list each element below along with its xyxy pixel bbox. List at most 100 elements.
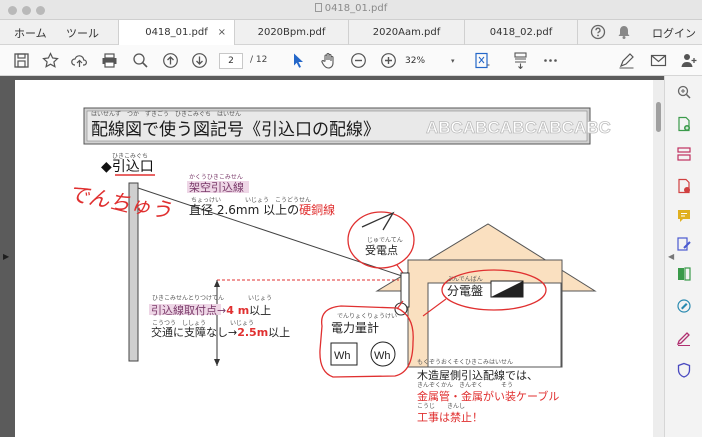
print-icon[interactable] bbox=[101, 52, 118, 69]
add-user-icon[interactable] bbox=[680, 52, 697, 69]
window-title: 0418_01.pdf bbox=[0, 3, 702, 14]
panel-ruby: ぶんでんばん bbox=[447, 275, 483, 283]
receive-label: 受電点 bbox=[365, 244, 398, 257]
edit-pdf-icon[interactable] bbox=[676, 236, 692, 252]
fit-page-icon[interactable] bbox=[474, 52, 491, 69]
tab-label: 2020Bpm.pdf bbox=[257, 27, 326, 38]
abc-deco: ABC bbox=[500, 118, 537, 137]
overhead-label: 架空引込線 bbox=[189, 180, 244, 194]
search-zoom-icon[interactable] bbox=[676, 84, 692, 100]
tab-0418-01[interactable]: 0418_01.pdf × bbox=[118, 20, 234, 45]
wire-spec-red: 硬銅線 bbox=[299, 202, 335, 217]
zoom-search-icon[interactable] bbox=[132, 52, 149, 69]
receive-ruby: じゅでんてん bbox=[367, 237, 403, 244]
comment-icon[interactable] bbox=[676, 208, 692, 224]
page-up-icon[interactable] bbox=[162, 52, 179, 69]
scrollbar-thumb[interactable] bbox=[656, 102, 661, 132]
metal-ruby: きんぞくかん きんぞく そう bbox=[417, 382, 513, 389]
arrow-up-icon bbox=[214, 280, 220, 287]
title-banner: ABC ABC ABC ABC ABC はいせんず つか ずきごう ひきこみぐち… bbox=[83, 107, 611, 145]
traffic-suffix: 以上 bbox=[268, 326, 290, 339]
entry-label: ◆引込口 bbox=[101, 159, 154, 175]
page-total: / 12 bbox=[250, 55, 268, 65]
arrow-down-icon bbox=[214, 359, 220, 366]
create-pdf-icon[interactable] bbox=[676, 116, 692, 132]
document-viewer[interactable]: ▶ ABC ABC ABC ABC ABC はいせんず つか ずきごう ひきこみ… bbox=[0, 76, 664, 437]
mail-icon[interactable] bbox=[650, 52, 667, 69]
tab-close-button[interactable]: × bbox=[218, 20, 226, 45]
tab-2020aam[interactable]: 2020Aam.pdf bbox=[348, 20, 464, 45]
abc-deco: ABC bbox=[537, 118, 574, 137]
fill-sign-icon[interactable] bbox=[676, 298, 692, 314]
protect-shield-icon[interactable] bbox=[676, 362, 692, 378]
abc-deco: ABC bbox=[463, 118, 500, 137]
pdf-file-icon bbox=[314, 3, 322, 12]
title-ruby: はいせんず つか ずきごう ひきこみぐち はいせん bbox=[91, 110, 241, 118]
attach-line: 引込線取付点→4 m以上 bbox=[151, 303, 271, 317]
abc-deco: ABC bbox=[574, 118, 611, 137]
triangle-left-icon[interactable]: ◀ bbox=[668, 252, 674, 261]
zoom-select[interactable]: 32% ▾ bbox=[405, 53, 459, 69]
prohibited-note: 工事は禁止！ bbox=[417, 411, 483, 424]
scroll-mode-icon[interactable] bbox=[512, 52, 529, 69]
zoom-in-icon[interactable] bbox=[380, 52, 397, 69]
tab-2020bpm[interactable]: 2020Bpm.pdf bbox=[234, 20, 348, 45]
window-titlebar: 0418_01.pdf bbox=[0, 0, 702, 20]
wooden-note: 木造屋側引込配線では、 bbox=[417, 368, 538, 382]
select-cursor-icon[interactable] bbox=[290, 52, 307, 69]
wire-spec: 直径 2.6mm 以上の硬銅線 bbox=[189, 202, 335, 217]
meter-square-text: Wh bbox=[334, 350, 351, 362]
tab-0418-02[interactable]: 0418_02.pdf bbox=[464, 20, 578, 45]
metal-note: 金属管・金属がい装ケーブル bbox=[417, 389, 559, 403]
panel-label: 分電盤 bbox=[447, 284, 483, 298]
more-options-icon[interactable] bbox=[542, 52, 559, 69]
bookmark-star-icon[interactable] bbox=[42, 52, 59, 69]
sign-pen-icon[interactable] bbox=[618, 52, 635, 69]
traffic-label: 交通に支障なし→ bbox=[151, 325, 237, 339]
chevron-down-icon: ▾ bbox=[451, 57, 455, 65]
tab-label: 2020Aam.pdf bbox=[372, 27, 441, 38]
wire-spec-text: 直径 2.6mm 以上の bbox=[189, 203, 299, 217]
page-down-icon[interactable] bbox=[191, 52, 208, 69]
right-tools-pane: ◀ bbox=[664, 76, 702, 437]
meter-label: 電力量計 bbox=[331, 320, 379, 335]
toolbar: 2 / 12 32% ▾ bbox=[0, 45, 702, 76]
traffic-value: 2.5m bbox=[237, 326, 268, 339]
zoom-out-icon[interactable] bbox=[350, 52, 367, 69]
meter-ruby: でんりょくりょうけい bbox=[337, 313, 397, 320]
meter-circle-text: Wh bbox=[374, 350, 391, 362]
overhead-ruby: かくうひきこみせん bbox=[189, 174, 243, 181]
menu-home[interactable]: ホーム bbox=[14, 25, 47, 41]
tab-label: 0418_01.pdf bbox=[145, 27, 208, 38]
attach-ruby: ひきこみせんとりつけてん いじょう bbox=[152, 295, 272, 302]
left-panel-toggle[interactable]: ▶ bbox=[0, 76, 14, 437]
cloud-upload-icon[interactable] bbox=[71, 52, 88, 69]
help-icon[interactable] bbox=[590, 24, 606, 40]
triangle-right-icon: ▶ bbox=[3, 252, 10, 261]
handwriting-note: でんちゅう bbox=[66, 181, 174, 223]
sign-icon[interactable] bbox=[676, 330, 692, 346]
pdf-page: ABC ABC ABC ABC ABC はいせんず つか ずきごう ひきこみぐち… bbox=[15, 80, 653, 437]
hand-tool-icon[interactable] bbox=[320, 52, 337, 69]
organize-pages-icon[interactable] bbox=[676, 146, 692, 162]
attach-value: 4 m bbox=[226, 304, 249, 317]
export-pdf-icon[interactable] bbox=[676, 178, 692, 194]
compare-icon[interactable] bbox=[676, 266, 692, 282]
menu-tools[interactable]: ツール bbox=[66, 25, 99, 41]
bell-icon[interactable] bbox=[616, 24, 632, 40]
receive-point-symbol bbox=[361, 211, 395, 231]
prohibited-ruby: こうじ きんし bbox=[417, 403, 465, 410]
save-icon[interactable] bbox=[13, 52, 30, 69]
tab-bar: ホーム ツール 0418_01.pdf × 2020Bpm.pdf 2020Aa… bbox=[0, 20, 702, 45]
abc-deco: ABC bbox=[426, 118, 463, 137]
vertical-scrollbar[interactable] bbox=[653, 80, 664, 437]
tab-label: 0418_02.pdf bbox=[489, 27, 553, 38]
doc-title: 配線図で使う図記号《引込口の配線》 bbox=[91, 119, 380, 140]
login-link[interactable]: ログイン bbox=[652, 25, 696, 41]
page-number-input[interactable]: 2 bbox=[219, 53, 243, 69]
wiring-diagram: ABC ABC ABC ABC ABC はいせんず つか ずきごう ひきこみぐち… bbox=[66, 107, 611, 424]
traffic-line: 交通に支障なし→2.5m以上 bbox=[151, 325, 290, 339]
attach-label: 引込線取付点→ bbox=[151, 303, 226, 317]
wooden-ruby: もくぞうおくそくひきこみはいせん bbox=[417, 359, 513, 366]
zoom-value: 32% bbox=[405, 56, 426, 66]
